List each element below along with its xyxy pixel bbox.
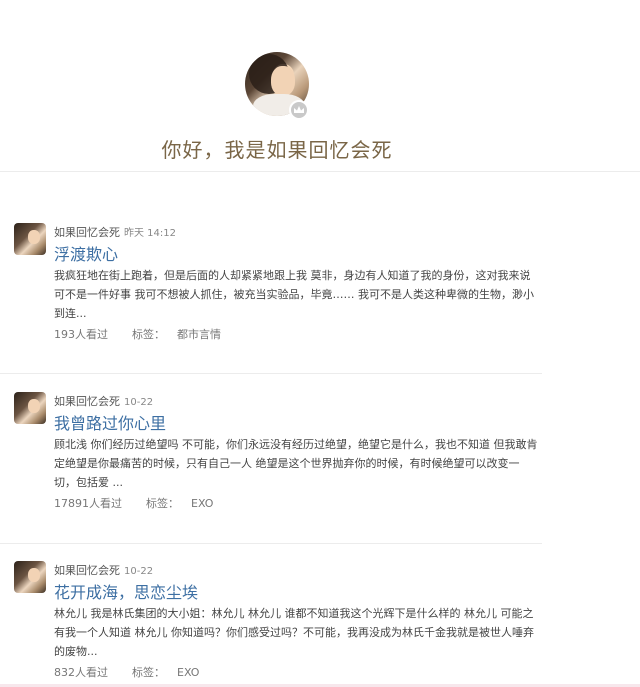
post-tag[interactable]: 都市言情 <box>177 328 221 341</box>
profile-name: 你好，我是如果回忆会死 <box>161 138 393 162</box>
post-author-avatar[interactable] <box>14 223 46 255</box>
post-tag[interactable]: EXO <box>177 666 199 679</box>
post-footer: 17891人看过 标签： EXO <box>54 495 213 511</box>
post-meta: 如果回忆会死 昨天 14:12 <box>54 224 176 240</box>
divider <box>0 373 542 374</box>
post-date: 昨天 14:12 <box>124 228 176 239</box>
post-tags-label: 标签： <box>132 666 165 679</box>
post-meta: 如果回忆会死 10-22 <box>54 562 153 578</box>
post-excerpt: 顾北浅 你们经历过绝望吗 不可能，你们永远没有经历过绝望，绝望它是什么，我也不知… <box>54 438 538 489</box>
post-date: 10-22 <box>124 566 154 577</box>
avatar-face <box>271 66 295 96</box>
post-title[interactable]: 花开成海，思恋尘埃 <box>54 579 198 603</box>
post-footer: 832人看过 标签： EXO <box>54 664 199 680</box>
post-footer: 193人看过 标签： 都市言情 <box>54 326 221 342</box>
post-views: 193人看过 <box>54 328 108 341</box>
post-author[interactable]: 如果回忆会死 <box>54 226 120 239</box>
post-author-avatar[interactable] <box>14 392 46 424</box>
post-tag[interactable]: EXO <box>191 497 213 510</box>
post-author[interactable]: 如果回忆会死 <box>54 395 120 408</box>
post-meta: 如果回忆会死 10-22 <box>54 393 153 409</box>
post-views: 832人看过 <box>54 666 108 679</box>
post-tags-label: 标签： <box>132 328 165 341</box>
post-tags-label: 标签： <box>146 497 179 510</box>
profile-header: 你好，我是如果回忆会死 <box>0 0 640 172</box>
post-title[interactable]: 我曾路过你心里 <box>54 410 166 434</box>
divider <box>0 543 542 544</box>
post-author[interactable]: 如果回忆会死 <box>54 564 120 577</box>
post-excerpt: 林允儿 我是林氏集团的大小姐：林允儿 林允儿 谁都不知道我这个光辉下是什么样的 … <box>54 607 534 658</box>
post-date: 10-22 <box>124 397 154 408</box>
post-title[interactable]: 浮渡欺心 <box>54 241 118 265</box>
post-views: 17891人看过 <box>54 497 122 510</box>
post-author-avatar[interactable] <box>14 561 46 593</box>
crown-badge-icon <box>289 100 309 120</box>
post-excerpt: 我疯狂地在街上跑着，但是后面的人却紧紧地跟上我 莫非，身边有人知道了我的身份，这… <box>54 269 534 320</box>
